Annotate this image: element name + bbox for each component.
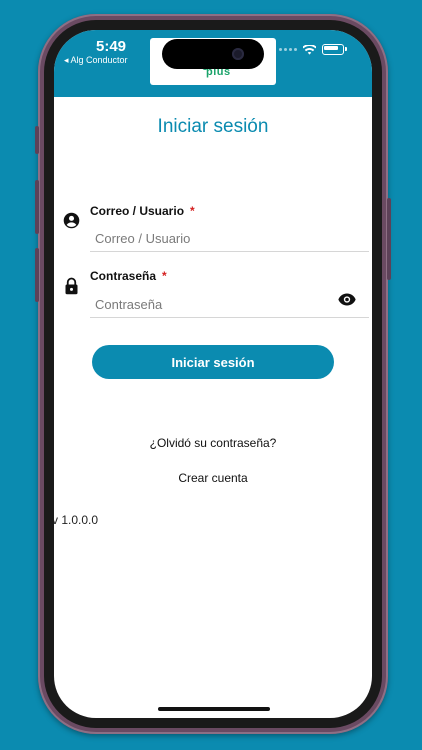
status-time: 5:49 — [96, 38, 127, 55]
header-bar: plus 5:49 ◂ Alg Conductor — [54, 30, 372, 97]
forgot-password-link[interactable]: ¿Olvidó su contraseña? — [54, 436, 372, 450]
power-button — [387, 198, 391, 280]
dynamic-island — [162, 39, 264, 69]
volume-down-button — [35, 248, 39, 302]
eye-icon[interactable] — [338, 293, 356, 306]
mute-switch — [35, 126, 39, 154]
required-mark: * — [190, 204, 195, 218]
camera-icon — [232, 48, 244, 60]
signal-icon — [279, 48, 297, 51]
battery-icon — [322, 44, 347, 55]
required-mark: * — [162, 269, 167, 283]
back-to-app-link[interactable]: ◂ Alg Conductor — [64, 55, 128, 66]
status-indicators — [279, 44, 347, 55]
user-field-label: Correo / Usuario * — [90, 204, 195, 218]
app-version: v 1.0.0.0 — [54, 513, 99, 527]
volume-up-button — [35, 180, 39, 234]
wifi-icon — [303, 44, 316, 55]
create-account-link[interactable]: Crear cuenta — [54, 471, 372, 485]
screen: plus 5:49 ◂ Alg Conductor Iniciar sesión… — [54, 30, 372, 718]
lock-icon — [65, 277, 78, 295]
home-indicator[interactable] — [158, 707, 270, 711]
login-button[interactable]: Iniciar sesión — [92, 345, 334, 379]
account-circle-icon — [63, 212, 80, 229]
password-input[interactable] — [90, 291, 369, 318]
page-title: Iniciar sesión — [157, 116, 269, 137]
user-input[interactable] — [90, 225, 369, 252]
password-field-label: Contraseña * — [90, 269, 167, 283]
